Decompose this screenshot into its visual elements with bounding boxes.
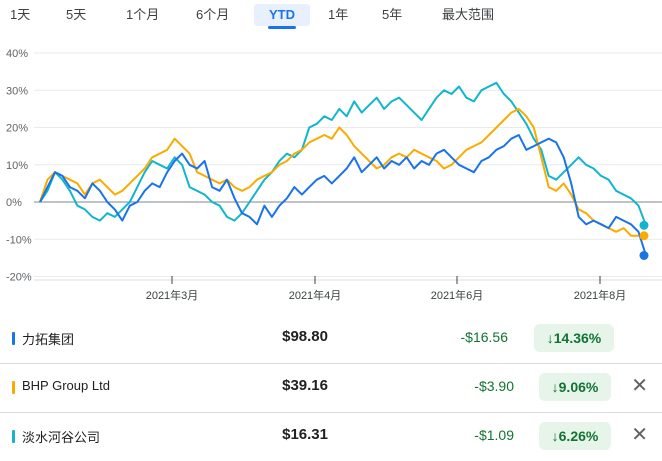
stock-price: $98.80 <box>282 328 328 345</box>
tab-6-months[interactable]: 6个月 <box>196 4 242 26</box>
series-end-dot-1 <box>639 231 649 241</box>
series-color-marker <box>12 430 15 443</box>
stock-name: 淡水河谷公司 <box>22 430 101 445</box>
stock-change: -$1.09 <box>474 427 514 443</box>
stock-change: -$16.56 <box>460 329 508 345</box>
y-tick-label: 20% <box>6 123 28 135</box>
percent-change-badge: ↓9.06% <box>539 373 611 401</box>
series-line-2 <box>39 81 647 226</box>
y-tick-label: 10% <box>6 160 28 172</box>
tab-5-days[interactable]: 5天 <box>66 4 98 26</box>
x-tick-label: 2021年8月 <box>574 288 627 302</box>
x-tick-label: 2021年4月 <box>289 288 342 302</box>
tab-1-month[interactable]: 1个月 <box>126 4 172 26</box>
y-tick-label: 40% <box>6 48 28 60</box>
x-tick-label: 2021年3月 <box>146 288 199 302</box>
stock-name: 力拓集团 <box>22 332 75 347</box>
tab-ytd[interactable]: YTD <box>254 4 310 29</box>
tab-max[interactable]: 最大范围 <box>442 4 502 26</box>
stock-change: -$3.90 <box>474 378 514 394</box>
series-color-marker <box>12 332 15 345</box>
tab-5-years[interactable]: 5年 <box>382 4 414 26</box>
y-tick-label: 0% <box>6 197 22 209</box>
series-color-marker <box>12 381 15 394</box>
stock-row-danshui[interactable]: 淡水河谷公司 $16.31 -$1.09 ↓6.26% ✕ <box>0 412 662 461</box>
tab-1-year[interactable]: 1年 <box>328 4 358 26</box>
series-end-dot-0 <box>639 250 649 260</box>
y-axis-labels: 40% 30% 20% 10% 0% -10% -20% <box>6 48 32 284</box>
y-tick-label: -10% <box>6 234 32 246</box>
stock-price: $39.16 <box>282 377 328 394</box>
y-tick-label: -20% <box>6 272 32 284</box>
stock-price: $16.31 <box>282 426 328 443</box>
series-line-0 <box>39 134 647 256</box>
stock-name: BHP Group Ltd <box>22 378 110 393</box>
price-comparison-chart: 40%30%20%10%0%-10%-20% 2021年3月 2021年4月 202… <box>6 48 662 302</box>
remove-comparison-icon[interactable]: ✕ <box>631 375 648 397</box>
x-axis: 2021年3月 2021年4月 2021年6月 2021年8月 <box>34 276 662 302</box>
stock-row-liuzhou[interactable]: 力拓集团 $98.80 -$16.56 ↓14.36% <box>0 314 662 363</box>
range-tabs: 1天 5天 1个月 6个月 YTD 1年 5年 最大范围 <box>0 0 662 30</box>
remove-comparison-icon[interactable]: ✕ <box>631 424 648 446</box>
series-end-dot-2 <box>639 220 649 230</box>
series-lines <box>39 81 647 256</box>
tab-1-day[interactable]: 1天 <box>10 4 38 26</box>
y-tick-label: 30% <box>6 85 28 97</box>
x-tick-label: 2021年6月 <box>431 288 484 302</box>
percent-change-badge: ↓6.26% <box>539 422 611 450</box>
chart-grid <box>34 52 662 277</box>
percent-change-badge: ↓14.36% <box>534 324 614 352</box>
stock-row-bhp[interactable]: BHP Group Ltd $39.16 -$3.90 ↓9.06% ✕ <box>0 363 662 412</box>
